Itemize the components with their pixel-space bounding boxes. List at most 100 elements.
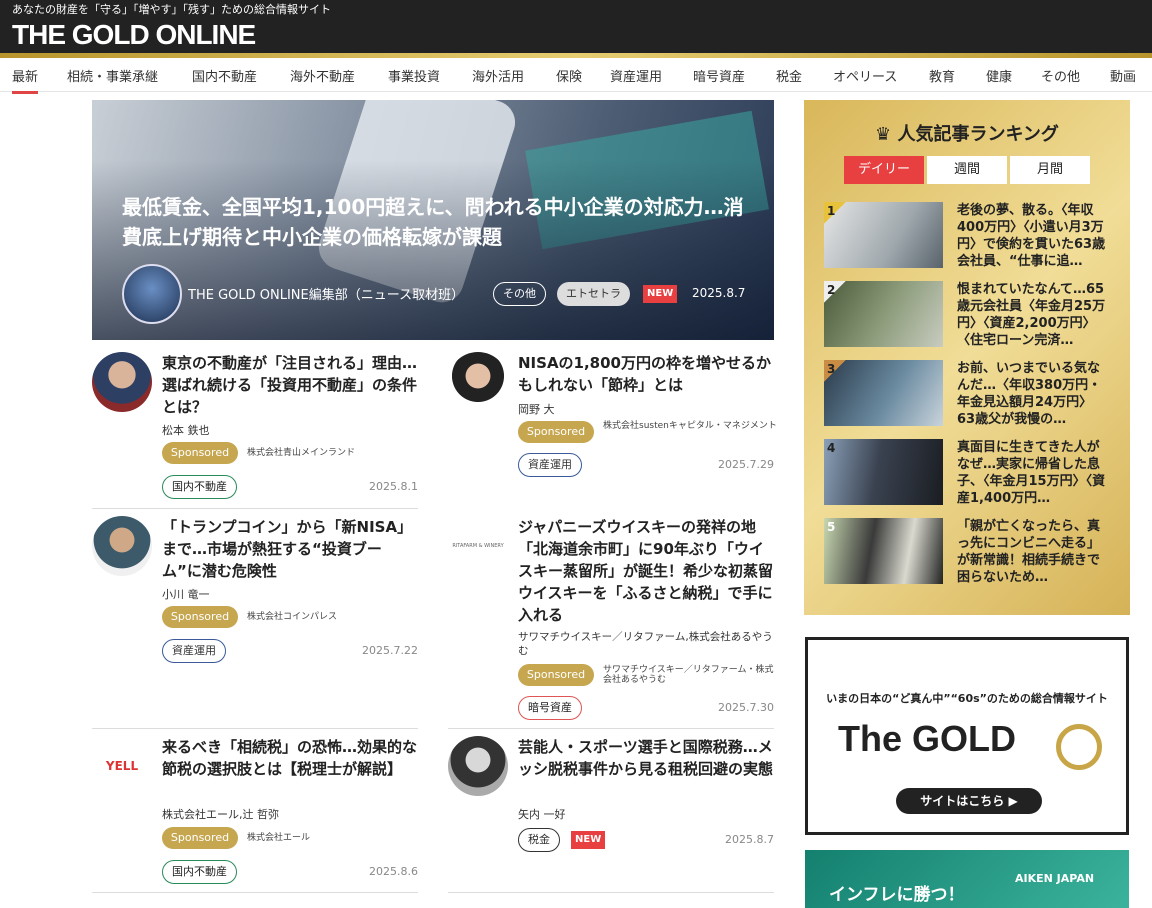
nav-item-business-investment[interactable]: 事業投資 [388,66,440,85]
brand-logo: YELL [92,736,152,796]
nav-item-overseas-use[interactable]: 海外活用 [472,66,524,85]
nav-item-other[interactable]: その他 [1041,66,1080,85]
new-badge: NEW [571,831,606,849]
article-title[interactable]: NISAの1,800万円の枠を増やせるかもしれない「節枠」とは [518,352,774,396]
hero-tag-other[interactable]: その他 [493,282,546,306]
nav-item-latest[interactable]: 最新 [12,66,39,94]
nav-item-crypto[interactable]: 暗号資産 [693,66,745,85]
sponsor-name: 株式会社エール [247,833,311,843]
ranking-item[interactable]: 3 お前、いつまでいる気なんだ…〈年収380万円・年金見込額月24万円〉63歳父… [824,360,1114,428]
ranking-title[interactable]: 「親が亡くなったら、真っ先にコンビニへ走る」が新常識！相続手続きで困らないため… [957,518,1107,586]
nav-item-asset-management[interactable]: 資産運用 [610,66,662,85]
article-card[interactable]: YELL 来るべき「相続税」の恐怖…効果的な節税の選択肢とは【税理士が解説】 株… [92,736,418,886]
aiken-brand: AIKEN JAPAN [1015,872,1095,885]
nav-item-education[interactable]: 教育 [929,66,955,85]
glasses-icon [1056,724,1102,770]
nav-item-inheritance[interactable]: 相続・事業承継 [67,66,158,85]
rank-number: 2 [824,281,846,303]
article-author: 小川 竜一 [162,588,210,601]
article-date: 2025.7.30 [718,701,774,714]
ranking-title[interactable]: 老後の夢、散る。〈年収400万円〉〈小遣い月3万円〉で倹約を貫いた63歳会社員、… [957,202,1107,270]
sponsored-badge: Sponsored [518,421,594,443]
nav-item-operating-lease[interactable]: オペリース [833,66,897,85]
ranking-title[interactable]: お前、いつまでいる気なんだ…〈年収380万円・年金見込額月24万円〉63歳父が我… [957,360,1107,428]
nav-item-domestic-realestate[interactable]: 国内不動産 [192,66,257,85]
sponsor-name: サワマチウイスキー／リタファーム・株式会社あるやうむ [603,665,774,685]
sponsored-badge: Sponsored [162,442,238,464]
ranking-title[interactable]: 恨まれていたなんて…65歳元会社員〈年金月25万円〉〈資産2,200万円〉〈住宅… [957,281,1107,349]
article-date: 2025.8.7 [725,833,774,846]
ranking-title[interactable]: 真面目に生きてきた人がなぜ…実家に帰省した息子、〈年金月15万円〉〈資産1,40… [957,439,1107,507]
ranking-item[interactable]: 5 「親が亡くなったら、真っ先にコンビニへ走る」が新常識！相続手続きで困らないた… [824,518,1114,586]
site-logo[interactable]: THE GOLD ONLINE [12,19,256,51]
gold60-logo: The GOLD [838,718,1016,759]
tab-monthly[interactable]: 月間 [1010,156,1090,184]
new-badge: NEW [643,285,678,303]
category-tag[interactable]: 国内不動産 [162,860,237,884]
hero-title[interactable]: 最低賃金、全国平均1,100円超えに、問われる中小企業の対応力…消費底上げ期待と… [122,192,752,252]
tab-daily[interactable]: デイリー [844,156,924,184]
article-title[interactable]: 「トランプコイン」から「新NISA」まで…市場が熱狂する“投資ブーム”に潜む危険… [162,516,418,582]
aiken-banner[interactable]: AIKEN JAPAN インフレに勝つ！ [805,850,1129,908]
ranking-item[interactable]: 2 恨まれていたなんて…65歳元会社員〈年金月25万円〉〈資産2,200万円〉〈… [824,281,1114,349]
brand-logo: RITAFARM & WINERY [448,516,508,576]
hero-article[interactable]: 最低賃金、全国平均1,100円超えに、問われる中小企業の対応力…消費底上げ期待と… [92,100,774,340]
rank-number: 1 [824,202,846,224]
crown-icon: ♛ [875,124,892,145]
article-date: 2025.7.29 [718,458,774,471]
ranking-item[interactable]: 4 真面目に生きてきた人がなぜ…実家に帰省した息子、〈年金月15万円〉〈資産1,… [824,439,1114,507]
article-author: 矢内 一好 [518,808,566,821]
article-date: 2025.8.6 [369,865,418,878]
article-author: 松本 鉄也 [162,424,210,437]
hero-author[interactable]: THE GOLD ONLINE編集部（ニュース取材班） [188,284,464,303]
article-card[interactable]: 東京の不動産が「注目される」理由…選ばれ続ける「投資用不動産」の条件とは？ 松本… [92,352,418,502]
hero-date: 2025.8.7 [692,286,746,300]
sponsored-badge: Sponsored [518,664,594,686]
article-date: 2025.7.22 [362,644,418,657]
ranking-heading: ♛ 人気記事ランキング [875,124,1059,145]
author-photo [448,736,508,796]
visit-site-button[interactable]: サイトはこちら ▶ [896,788,1042,814]
rank-number: 4 [827,441,836,455]
hero-meta: THE GOLD ONLINE編集部（ニュース取材班） その他 エトセトラ NE… [122,264,762,324]
sponsor-name: 株式会社sustenキャピタル・マネジメント [603,421,777,431]
tab-weekly[interactable]: 週間 [927,156,1007,184]
category-tag[interactable]: 税金 [518,828,560,852]
category-tag[interactable]: 暗号資産 [518,696,582,720]
nav-item-overseas-realestate[interactable]: 海外不動産 [290,66,355,85]
category-nav: 最新 相続・事業承継 国内不動産 海外不動産 事業投資 海外活用 保険 資産運用… [0,58,1152,94]
rank-number: 3 [824,360,846,382]
author-photo [92,516,152,576]
site-tagline: あなたの財産を「守る」「増やす」「残す」ための総合情報サイト [12,3,331,16]
category-tag[interactable]: 資産運用 [518,453,582,477]
article-title[interactable]: 来るべき「相続税」の恐怖…効果的な節税の選択肢とは【税理士が解説】 [162,736,418,780]
author-avatar [122,264,182,324]
nav-item-video[interactable]: 動画 [1110,66,1136,85]
nav-item-insurance[interactable]: 保険 [556,66,582,85]
article-title[interactable]: ジャパニーズウイスキーの発祥の地「北海道余市町」に90年ぶり「ウイスキー蒸留所」… [518,516,774,626]
article-title[interactable]: 東京の不動産が「注目される」理由…選ばれ続ける「投資用不動産」の条件とは？ [162,352,418,418]
sponsored-badge: Sponsored [162,827,238,849]
sponsor-name: 株式会社青山メインランド [247,448,356,458]
nav-item-health[interactable]: 健康 [986,66,1012,85]
article-card[interactable]: NISAの1,800万円の枠を増やせるかもしれない「節枠」とは 岡野 大 Spo… [448,352,777,502]
hero-tag-etcetera[interactable]: エトセトラ [557,282,630,306]
site-header: あなたの財産を「守る」「増やす」「残す」ための総合情報サイト THE GOLD … [0,0,1152,58]
author-photo [92,352,152,412]
ranking-item[interactable]: 1 老後の夢、散る。〈年収400万円〉〈小遣い月3万円〉で倹約を貫いた63歳会社… [824,202,1114,270]
sponsor-name: 株式会社コインパレス [247,612,338,622]
ranking-panel: ♛ 人気記事ランキング デイリー 週間 月間 1 老後の夢、散る。〈年収400万… [804,100,1130,615]
article-card[interactable]: 「トランプコイン」から「新NISA」まで…市場が熱狂する“投資ブーム”に潜む危険… [92,516,418,666]
gold60-banner[interactable]: いまの日本の“ど真ん中”“60s”のための総合情報サイト The GOLD サイ… [805,637,1129,835]
author-photo [448,352,508,412]
rank-number: 5 [827,520,836,534]
category-tag[interactable]: 国内不動産 [162,475,237,499]
sponsored-badge: Sponsored [162,606,238,628]
article-card[interactable]: RITAFARM & WINERY ジャパニーズウイスキーの発祥の地「北海道余市… [448,516,774,721]
nav-item-tax[interactable]: 税金 [776,66,802,85]
category-tag[interactable]: 資産運用 [162,639,226,663]
article-card[interactable]: 芸能人・スポーツ選手と国際税務…メッシ脱税事件から見る租税回避の実態 矢内 一好… [448,736,774,886]
article-date: 2025.8.1 [369,480,418,493]
article-title[interactable]: 芸能人・スポーツ選手と国際税務…メッシ脱税事件から見る租税回避の実態 [518,736,774,780]
gold60-subtitle: いまの日本の“ど真ん中”“60s”のための総合情報サイト [826,692,1108,705]
